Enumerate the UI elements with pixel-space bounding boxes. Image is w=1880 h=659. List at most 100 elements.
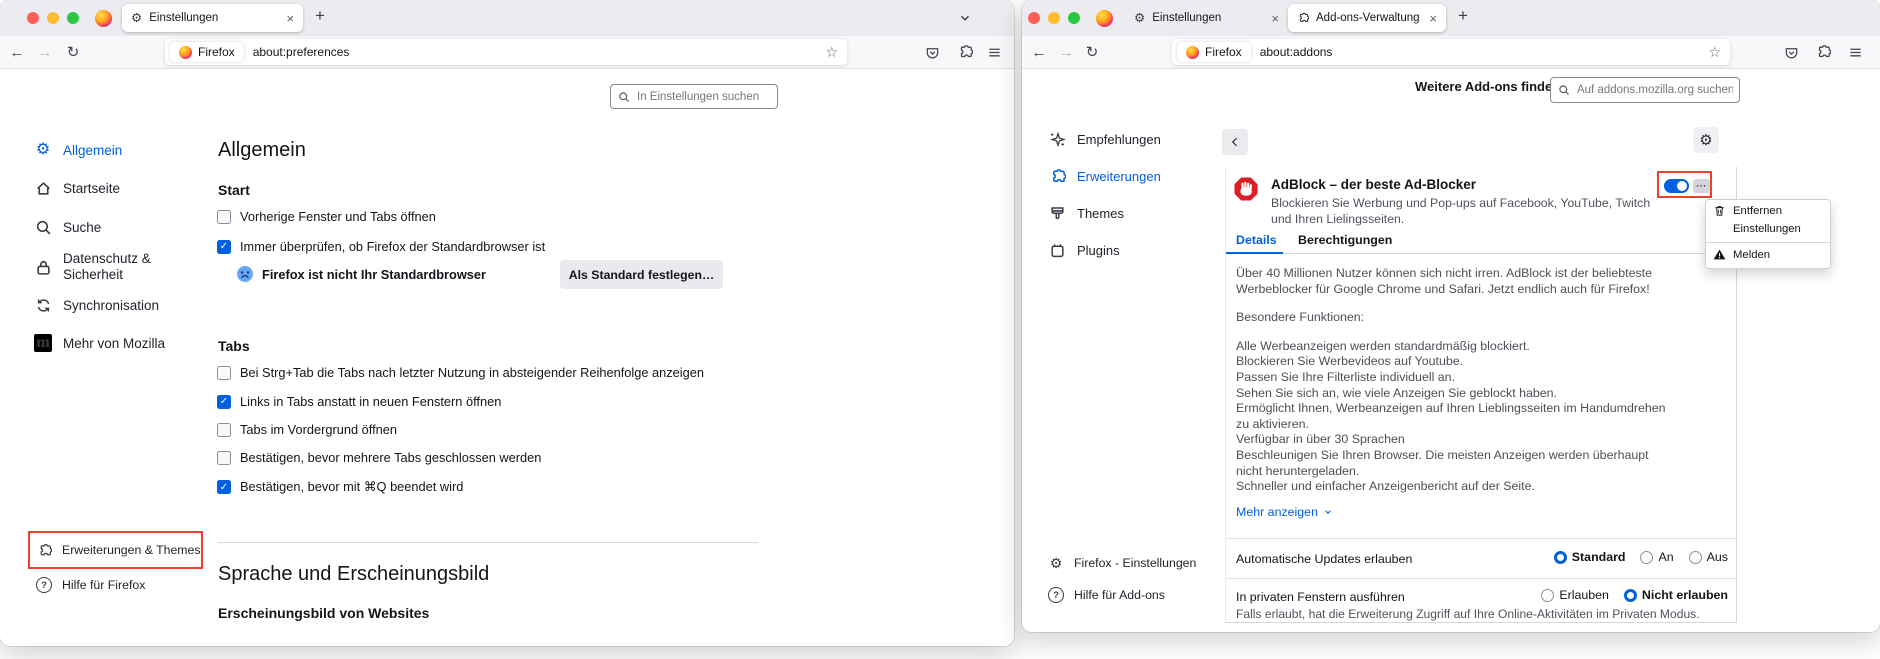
sidebar-item-allgemein[interactable]: Allgemein bbox=[34, 138, 122, 162]
sidebar-item-plugins[interactable]: Plugins bbox=[1048, 238, 1120, 262]
show-more-label: Mehr anzeigen bbox=[1236, 505, 1318, 519]
active-tab-underline bbox=[1226, 252, 1283, 254]
new-tab-button[interactable] bbox=[315, 7, 325, 24]
radio-label: Aus bbox=[1706, 550, 1728, 564]
gear-icon bbox=[131, 12, 142, 25]
zoom-window-button[interactable] bbox=[1068, 12, 1080, 24]
trash-icon bbox=[1713, 204, 1726, 217]
tab-close-icon[interactable] bbox=[1271, 12, 1279, 25]
sidebar-label: Themes bbox=[1077, 205, 1124, 221]
new-tab-button[interactable] bbox=[1458, 7, 1468, 24]
settings-search bbox=[610, 84, 778, 109]
app-menu-hamburger-icon[interactable] bbox=[981, 36, 1007, 68]
puzzle-icon bbox=[1048, 167, 1066, 185]
radio-option-nicht-erlauben[interactable]: Nicht erlauben bbox=[1623, 588, 1728, 602]
sidebar-item-hilfe-addons[interactable]: Hilfe für Add-ons bbox=[1048, 585, 1165, 605]
menu-item-entfernen[interactable]: Entfernen bbox=[1706, 203, 1830, 220]
url-bar[interactable]: Firefox about:addons bbox=[1172, 39, 1730, 65]
sidebar-item-erweiterungen[interactable]: Erweiterungen bbox=[1048, 164, 1161, 188]
site-label: Firefox bbox=[198, 45, 235, 59]
sidebar-label: Hilfe für Firefox bbox=[62, 578, 146, 592]
addon-more-options-button[interactable] bbox=[1693, 179, 1710, 193]
auto-updates-options: Standard An Aus bbox=[1553, 550, 1728, 564]
back-to-list-button[interactable] bbox=[1222, 129, 1248, 155]
addon-enable-toggle[interactable] bbox=[1664, 179, 1689, 193]
addon-options-context-menu: Entfernen Einstellungen Melden bbox=[1705, 199, 1831, 269]
forward-button[interactable] bbox=[32, 36, 58, 68]
chevron-down-icon bbox=[1325, 510, 1331, 515]
gear-icon bbox=[34, 141, 52, 159]
minimize-window-button[interactable] bbox=[1048, 12, 1060, 24]
addons-search-input[interactable] bbox=[1550, 77, 1740, 103]
set-default-button[interactable]: Als Standard festlegen… bbox=[560, 260, 723, 289]
app-menu-hamburger-icon[interactable] bbox=[1842, 36, 1868, 68]
checkbox[interactable] bbox=[217, 422, 231, 437]
sidebar-item-hilfe[interactable]: Hilfe für Firefox bbox=[36, 575, 145, 595]
private-windows-options: Erlauben Nicht erlauben bbox=[1541, 588, 1728, 602]
list-all-tabs-chevron-icon[interactable] bbox=[958, 11, 972, 25]
zoom-window-button[interactable] bbox=[67, 12, 79, 24]
sidebar-item-erweiterungen-themes[interactable]: Erweiterungen & Themes bbox=[36, 540, 201, 560]
sidebar-label: Empfehlungen bbox=[1077, 131, 1161, 147]
menu-item-melden[interactable]: Melden bbox=[1706, 247, 1830, 264]
reload-button[interactable] bbox=[1079, 36, 1105, 68]
tab-einstellungen[interactable]: Einstellungen bbox=[1125, 4, 1288, 32]
extensions-puzzle-icon[interactable] bbox=[1810, 36, 1836, 68]
back-button[interactable] bbox=[1026, 36, 1052, 68]
reload-button[interactable] bbox=[60, 36, 86, 68]
sidebar-item-datenschutz[interactable]: Datenschutz & Sicherheit bbox=[34, 250, 151, 284]
checkbox[interactable] bbox=[217, 209, 231, 224]
radio-option-erlauben[interactable]: Erlauben bbox=[1541, 588, 1609, 602]
checkbox-label: Links in Tabs anstatt in neuen Fenstern … bbox=[240, 394, 502, 409]
close-window-button[interactable] bbox=[27, 12, 39, 24]
plugin-icon bbox=[1048, 241, 1066, 259]
bookmark-star-icon[interactable] bbox=[1708, 45, 1721, 59]
tabs-section-heading: Tabs bbox=[218, 338, 250, 354]
forward-button[interactable] bbox=[1053, 36, 1079, 68]
radio-option-standard[interactable]: Standard bbox=[1553, 550, 1625, 564]
minimize-window-button[interactable] bbox=[47, 12, 59, 24]
url-bar[interactable]: Firefox about:preferences bbox=[165, 39, 847, 65]
description-paragraph: Über 40 Millionen Nutzer können sich nic… bbox=[1236, 266, 1652, 296]
bookmark-star-icon[interactable] bbox=[825, 45, 838, 59]
tab-addons-verwaltung[interactable]: Add-ons-Verwaltung bbox=[1288, 4, 1446, 32]
checkbox[interactable] bbox=[217, 480, 231, 494]
sidebar-item-mehr-von-mozilla[interactable]: Mehr von Mozilla bbox=[34, 331, 165, 355]
checkbox[interactable] bbox=[217, 450, 231, 465]
checkbox[interactable] bbox=[217, 394, 231, 409]
menu-item-einstellungen[interactable]: Einstellungen bbox=[1706, 221, 1830, 238]
description-paragraph: Besondere Funktionen: bbox=[1236, 310, 1365, 325]
sidebar-item-synchronisation[interactable]: Synchronisation bbox=[34, 293, 159, 317]
checkbox-label: Bei Strg+Tab die Tabs nach letzter Nutzu… bbox=[240, 365, 704, 380]
pocket-icon[interactable] bbox=[919, 36, 945, 68]
pocket-icon[interactable] bbox=[1778, 36, 1804, 68]
sidebar-item-firefox-einstellungen[interactable]: Firefox - Einstellungen bbox=[1048, 553, 1196, 573]
checkbox-row: Links in Tabs anstatt in neuen Fenstern … bbox=[217, 394, 501, 409]
tab-close-icon[interactable] bbox=[286, 12, 294, 25]
radio-label: Nicht erlauben bbox=[1641, 588, 1728, 602]
radio-option-aus[interactable]: Aus bbox=[1688, 550, 1728, 564]
close-window-button[interactable] bbox=[1028, 12, 1040, 24]
language-section-heading: Sprache und Erscheinungsbild bbox=[218, 563, 490, 585]
checkbox[interactable] bbox=[217, 239, 231, 254]
tab-details[interactable]: Details bbox=[1236, 233, 1277, 247]
addons-tools-gear-button[interactable] bbox=[1693, 127, 1719, 153]
help-icon bbox=[1048, 587, 1064, 603]
checkbox-row: Bestätigen, bevor mit ⌘Q beendet wird bbox=[217, 479, 463, 495]
radio-icon bbox=[1553, 550, 1567, 564]
tab-einstellungen[interactable]: Einstellungen bbox=[122, 4, 303, 32]
checkbox[interactable] bbox=[217, 365, 231, 380]
sidebar-item-suche[interactable]: Suche bbox=[34, 215, 101, 239]
sidebar-item-empfehlungen[interactable]: Empfehlungen bbox=[1048, 127, 1161, 151]
tab-close-icon[interactable] bbox=[1429, 12, 1437, 25]
extensions-puzzle-icon[interactable] bbox=[952, 36, 978, 68]
back-button[interactable] bbox=[4, 36, 30, 68]
settings-search-input[interactable] bbox=[610, 84, 778, 109]
addon-description: Über 40 Millionen Nutzer können sich nic… bbox=[1236, 266, 1672, 508]
sidebar-item-themes[interactable]: Themes bbox=[1048, 201, 1124, 225]
show-more-link[interactable]: Mehr anzeigen bbox=[1236, 505, 1333, 519]
search-icon bbox=[1559, 85, 1569, 95]
radio-option-an[interactable]: An bbox=[1640, 550, 1674, 564]
tab-berechtigungen[interactable]: Berechtigungen bbox=[1298, 233, 1392, 247]
sidebar-item-startseite[interactable]: Startseite bbox=[34, 176, 120, 200]
